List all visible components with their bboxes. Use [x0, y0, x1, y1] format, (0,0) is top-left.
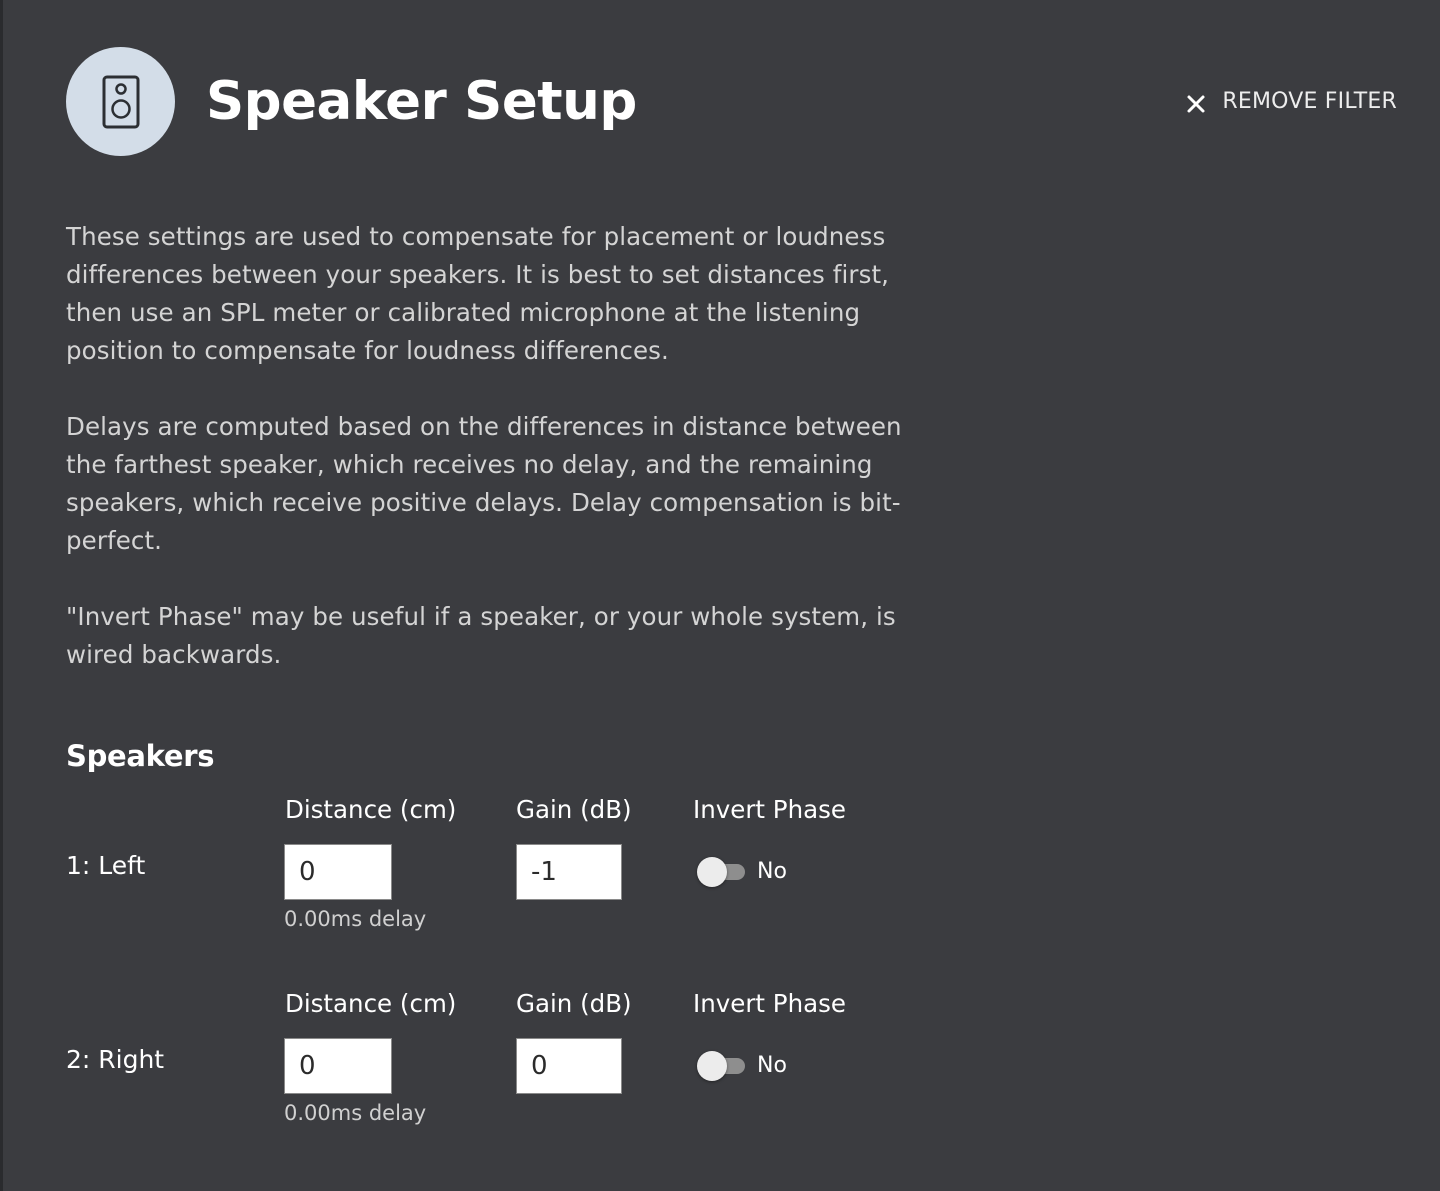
- speaker-row-left: 1: Left Distance (cm) 0.00ms delay Gain …: [66, 792, 966, 952]
- invert-phase-value: No: [757, 859, 787, 884]
- remove-filter-button[interactable]: REMOVE FILTER: [1186, 86, 1397, 118]
- page-title: Speaker Setup: [206, 71, 637, 132]
- description-paragraph: These settings are used to compensate fo…: [66, 222, 890, 365]
- distance-label: Distance (cm): [285, 795, 457, 824]
- distance-input[interactable]: [284, 1038, 392, 1094]
- speaker-setup-page: Speaker Setup REMOVE FILTER These settin…: [0, 0, 1440, 1191]
- speaker-row-right: 2: Right Distance (cm) 0.00ms delay Gain…: [66, 986, 966, 1146]
- distance-label: Distance (cm): [285, 989, 457, 1018]
- invert-phase-toggle[interactable]: [697, 1051, 745, 1081]
- distance-input[interactable]: [284, 844, 392, 900]
- speaker-name: 2: Right: [66, 1045, 165, 1074]
- invert-phase-label: Invert Phase: [693, 795, 846, 824]
- delay-text: 0.00ms delay: [284, 1101, 427, 1125]
- description-paragraph: Delays are computed based on the differe…: [66, 412, 902, 555]
- gain-input[interactable]: [516, 844, 622, 900]
- gain-input[interactable]: [516, 1038, 622, 1094]
- invert-phase-toggle[interactable]: [697, 857, 745, 887]
- gain-label: Gain (dB): [516, 795, 632, 824]
- description-paragraph: "Invert Phase" may be useful if a speake…: [66, 602, 896, 669]
- remove-filter-label: REMOVE FILTER: [1222, 89, 1397, 114]
- left-edge-border: [0, 0, 3, 1191]
- toggle-knob: [697, 1051, 727, 1081]
- invert-phase-value: No: [757, 1053, 787, 1078]
- invert-phase-label: Invert Phase: [693, 989, 846, 1018]
- toggle-knob: [697, 857, 727, 887]
- close-icon: [1186, 92, 1206, 113]
- description: These settings are used to compensate fo…: [66, 218, 946, 712]
- speakers-section-title: Speakers: [66, 739, 215, 773]
- speaker-name: 1: Left: [66, 851, 146, 880]
- gain-label: Gain (dB): [516, 989, 632, 1018]
- speaker-icon: [66, 47, 175, 156]
- delay-text: 0.00ms delay: [284, 907, 427, 931]
